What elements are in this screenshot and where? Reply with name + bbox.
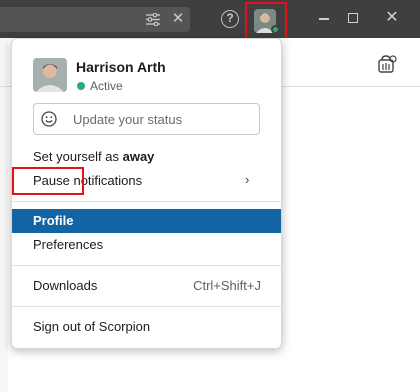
sign-out-item[interactable]: Sign out of Scorpion: [12, 315, 281, 339]
menu-divider: [12, 306, 281, 307]
clear-search-icon[interactable]: ✕: [171, 11, 185, 26]
active-status-icon: [77, 82, 85, 90]
profile-label: Profile: [33, 213, 74, 228]
downloads-item[interactable]: Downloads Ctrl+Shift+J: [12, 274, 281, 298]
sliders-icon[interactable]: [146, 13, 160, 26]
menu-divider: [12, 201, 281, 202]
set-away-label: Set yourself as away: [33, 149, 155, 164]
status-placeholder: Update your status: [73, 112, 183, 127]
channel-details-icon[interactable]: [377, 54, 397, 74]
preferences-label: Preferences: [33, 237, 104, 252]
chevron-right-icon: ›: [245, 172, 250, 187]
smiley-icon: [41, 111, 57, 127]
downloads-label: Downloads: [33, 278, 98, 293]
profile-avatar: [33, 58, 67, 92]
status-indicator: [271, 25, 280, 34]
help-icon[interactable]: ?: [221, 10, 239, 28]
title-bar: ✕ ? ✕: [0, 0, 420, 42]
search-bar[interactable]: ✕: [0, 7, 190, 32]
maximize-icon[interactable]: [348, 13, 358, 23]
downloads-shortcut: Ctrl+Shift+J: [193, 278, 261, 293]
sidebar-edge: [0, 38, 8, 392]
update-status-input[interactable]: Update your status: [33, 103, 260, 135]
set-away-item[interactable]: Set yourself as away: [12, 145, 281, 169]
sign-out-label: Sign out of Scorpion: [33, 319, 151, 334]
profile-item[interactable]: Profile: [12, 209, 281, 233]
menu-divider: [12, 265, 281, 266]
minimize-icon[interactable]: [319, 18, 329, 20]
preferences-item[interactable]: Preferences: [12, 233, 281, 257]
user-avatar-button[interactable]: [245, 2, 287, 42]
profile-highlight-box: [12, 167, 84, 195]
user-name: Harrison Arth: [76, 59, 166, 75]
close-window-icon[interactable]: ✕: [385, 9, 399, 27]
presence-status: Active: [90, 79, 123, 93]
